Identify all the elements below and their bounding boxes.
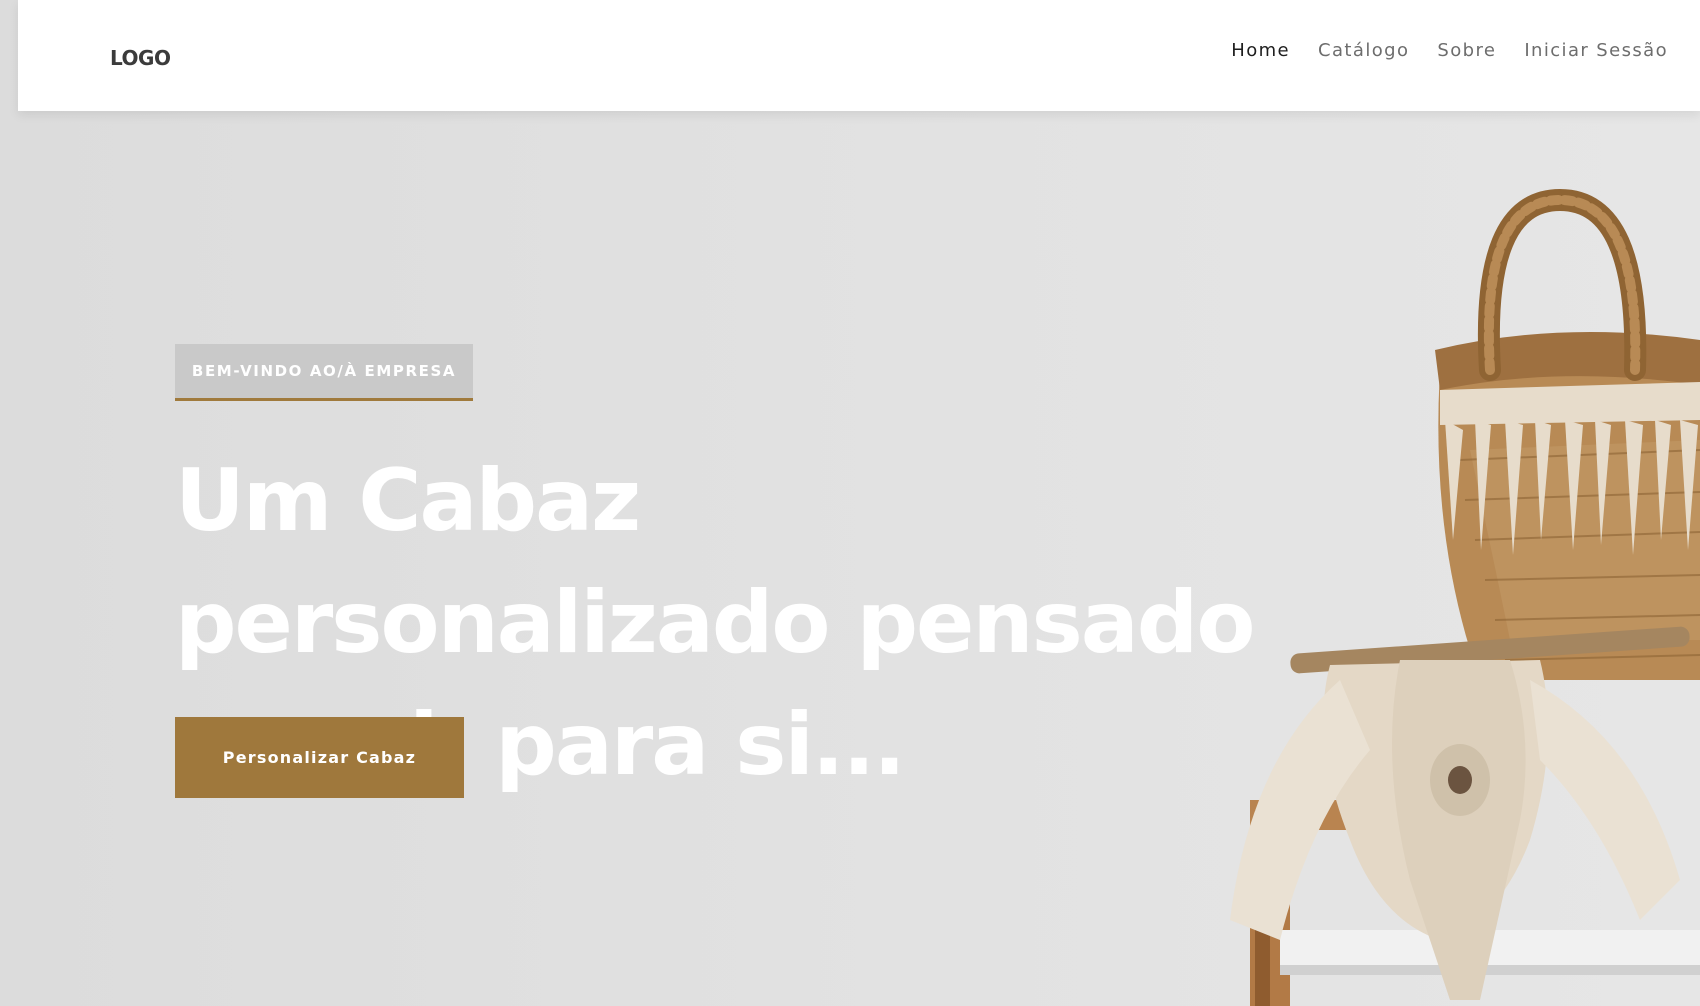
nav-catalogo-link[interactable]: Catálogo (1318, 40, 1409, 61)
welcome-badge-text: BEM-VINDO AO/À EMPRESA (191, 362, 457, 380)
page: LOGO Home Catálogo Sobre Iniciar Sessão (0, 0, 1700, 1006)
main-nav: Home Catálogo Sobre Iniciar Sessão (1231, 40, 1668, 61)
nav-sobre-link[interactable]: Sobre (1437, 40, 1496, 61)
personalize-basket-button[interactable]: Personalizar Cabaz (175, 717, 464, 798)
site-header: LOGO Home Catálogo Sobre Iniciar Sessão (18, 0, 1700, 111)
nav-iniciar-sessao-link[interactable]: Iniciar Sessão (1524, 40, 1668, 61)
logo[interactable]: LOGO (110, 46, 171, 70)
nav-home-link[interactable]: Home (1231, 40, 1290, 61)
welcome-badge: BEM-VINDO AO/À EMPRESA (175, 344, 473, 401)
